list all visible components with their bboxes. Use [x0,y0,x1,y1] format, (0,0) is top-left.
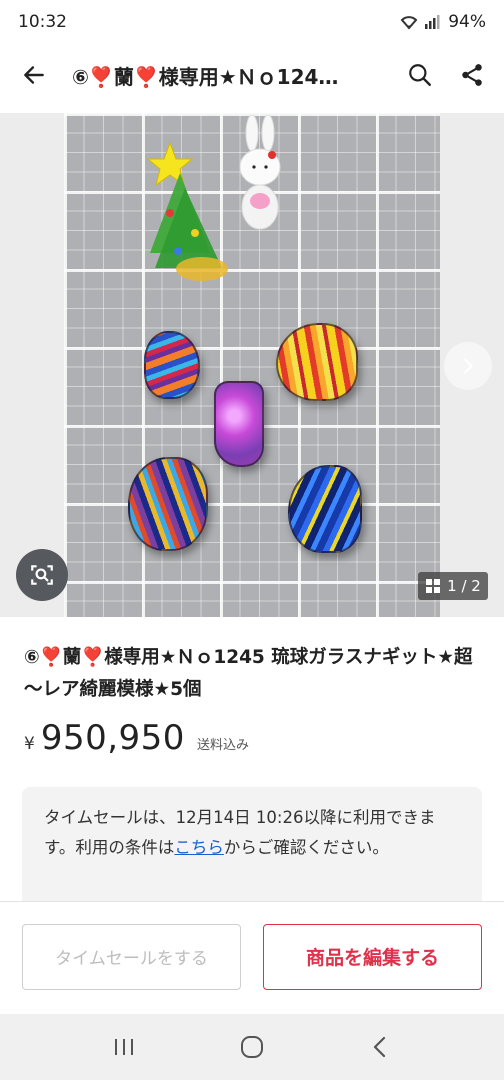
image-search-icon [31,565,53,585]
grid-icon [426,579,441,593]
back-button[interactable] [14,55,54,95]
action-bar: タイムセールをする 商品を編集する [0,901,504,1011]
product-photo[interactable] [64,113,440,617]
next-image-button[interactable] [444,342,492,390]
recent-apps-button[interactable] [94,1022,154,1072]
search-button[interactable] [402,57,438,93]
shipping-label: 送料込み [196,738,249,753]
search-icon [409,64,431,86]
app-actions [402,57,490,93]
image-counter-text: 1 / 2 [447,577,481,595]
home-icon [241,1036,263,1058]
glass-nugget-stone [214,381,264,467]
battery-level: 94% [448,12,486,32]
item-title: ⑥❣️蘭❣️様専用★Ｎｏ1245 琉球ガラスナギット★超～レア綺麗模様★5個 [24,647,473,700]
share-icon [462,64,482,86]
status-bar: 10:32 94% [0,0,504,44]
glass-nugget-stone [144,331,200,399]
system-nav-bar [0,1014,504,1080]
page-title: ⑥❣️蘭❣️様専用★Ｎｏ124… [72,64,339,89]
arrow-left-icon [24,66,44,84]
chevron-right-icon [464,358,473,374]
glass-nugget-stone [288,465,362,553]
status-time: 10:32 [18,12,67,32]
notice-link[interactable]: こちら [174,838,224,857]
system-back-button[interactable] [350,1022,410,1072]
price-row: ¥ 950,950 送料込み [24,718,249,758]
app-bar: ⑥❣️蘭❣️様専用★Ｎｏ124… [0,44,504,106]
signal-icon [425,15,440,29]
item-price: 950,950 [40,718,185,758]
image-gallery[interactable]: 1 / 2 [0,113,504,617]
glass-rabbit-figurine [239,115,281,230]
share-button[interactable] [454,57,490,93]
wifi-icon [400,16,418,30]
timesale-button[interactable]: タイムセールをする [22,923,241,990]
glass-nugget-stone [128,457,208,551]
home-button[interactable] [222,1022,282,1072]
edit-item-button[interactable]: 商品を編集する [263,923,482,990]
timesale-notice: タイムセールは、12月14日 10:26以降に利用できます。利用の条件はこちらか… [22,787,482,901]
currency-symbol: ¥ [24,734,35,754]
recent-apps-icon [115,1039,133,1055]
image-counter[interactable]: 1 / 2 [418,572,488,600]
status-icons [399,14,440,30]
notice-text-end: からご確認ください。 [223,838,389,857]
image-search-button[interactable] [16,549,68,601]
glass-nugget-stone [276,323,358,401]
status-right: 94% [399,12,486,32]
chevron-left-icon [373,1036,386,1058]
